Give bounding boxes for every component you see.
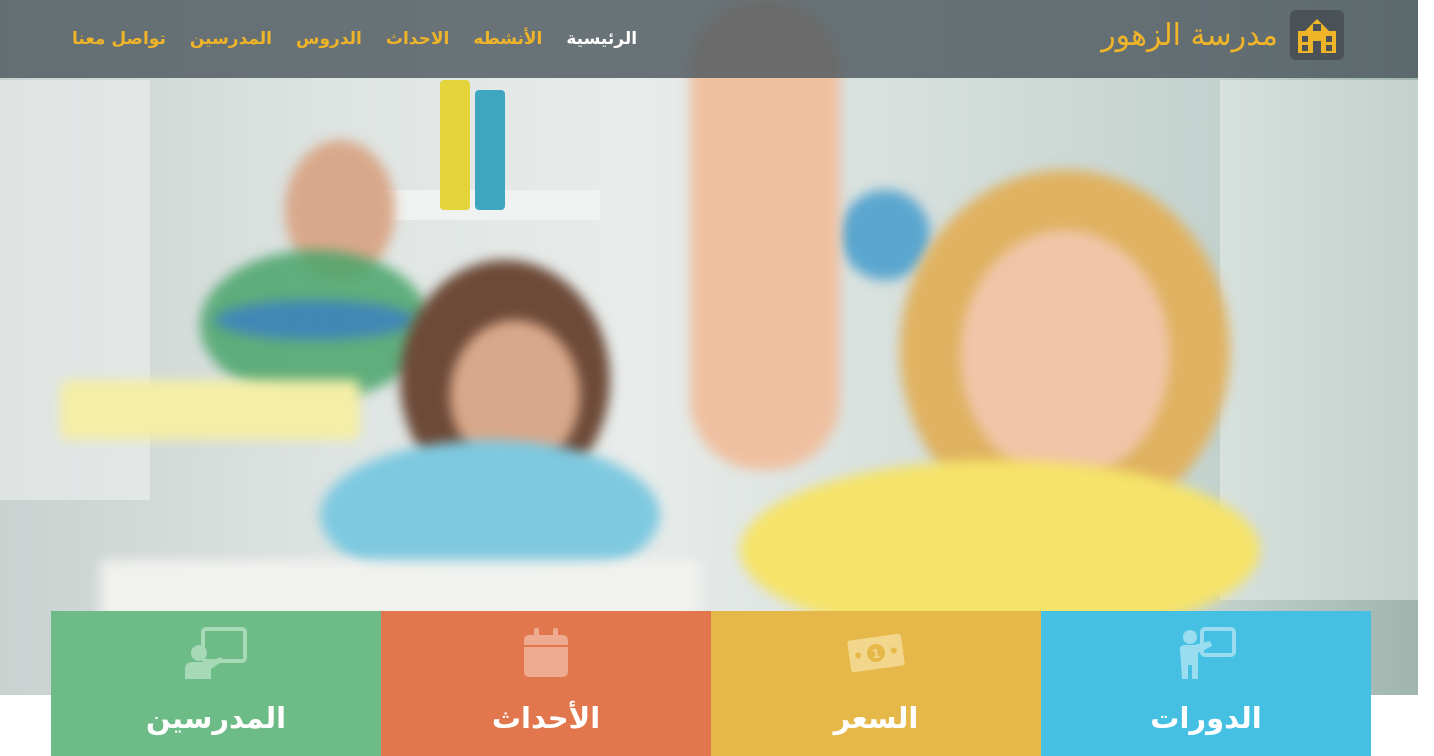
nav-item-events[interactable]: الاحداث <box>374 29 461 49</box>
tile-label-teachers: المدرسين <box>145 701 287 735</box>
calendar-icon <box>514 625 578 681</box>
nav-item-teachers[interactable]: المدرسين <box>178 29 284 49</box>
top-navbar: الرئيسية الأنشطه الاحداث الدروس المدرسين… <box>0 0 1418 78</box>
presenter-icon <box>184 625 248 681</box>
tile-label-price: السعر <box>833 701 919 735</box>
tile-courses[interactable]: الدورات <box>1041 611 1371 756</box>
nav-item-lessons[interactable]: الدروس <box>284 29 374 49</box>
teacher-board-icon <box>1174 625 1238 681</box>
money-bill-icon: 1 <box>844 625 908 681</box>
brand[interactable]: مدرسة الزهور <box>1101 10 1344 60</box>
hero-image <box>0 0 1418 695</box>
nav-item-contact[interactable]: تواصل معنا <box>60 29 178 49</box>
tile-teachers[interactable]: المدرسين <box>51 611 381 756</box>
tile-label-events: الأحداث <box>491 701 601 735</box>
nav-item-home[interactable]: الرئيسية <box>554 29 649 49</box>
tile-label-courses: الدورات <box>1150 701 1262 735</box>
feature-tiles: المدرسين الأحداث 1 السعر الدورات <box>51 611 1371 756</box>
main-nav: الرئيسية الأنشطه الاحداث الدروس المدرسين… <box>60 0 649 78</box>
school-building-icon <box>1290 10 1344 60</box>
nav-item-activities[interactable]: الأنشطه <box>461 29 554 49</box>
tile-events[interactable]: الأحداث <box>381 611 711 756</box>
brand-name: مدرسة الزهور <box>1101 17 1278 53</box>
tile-price[interactable]: 1 السعر <box>711 611 1041 756</box>
